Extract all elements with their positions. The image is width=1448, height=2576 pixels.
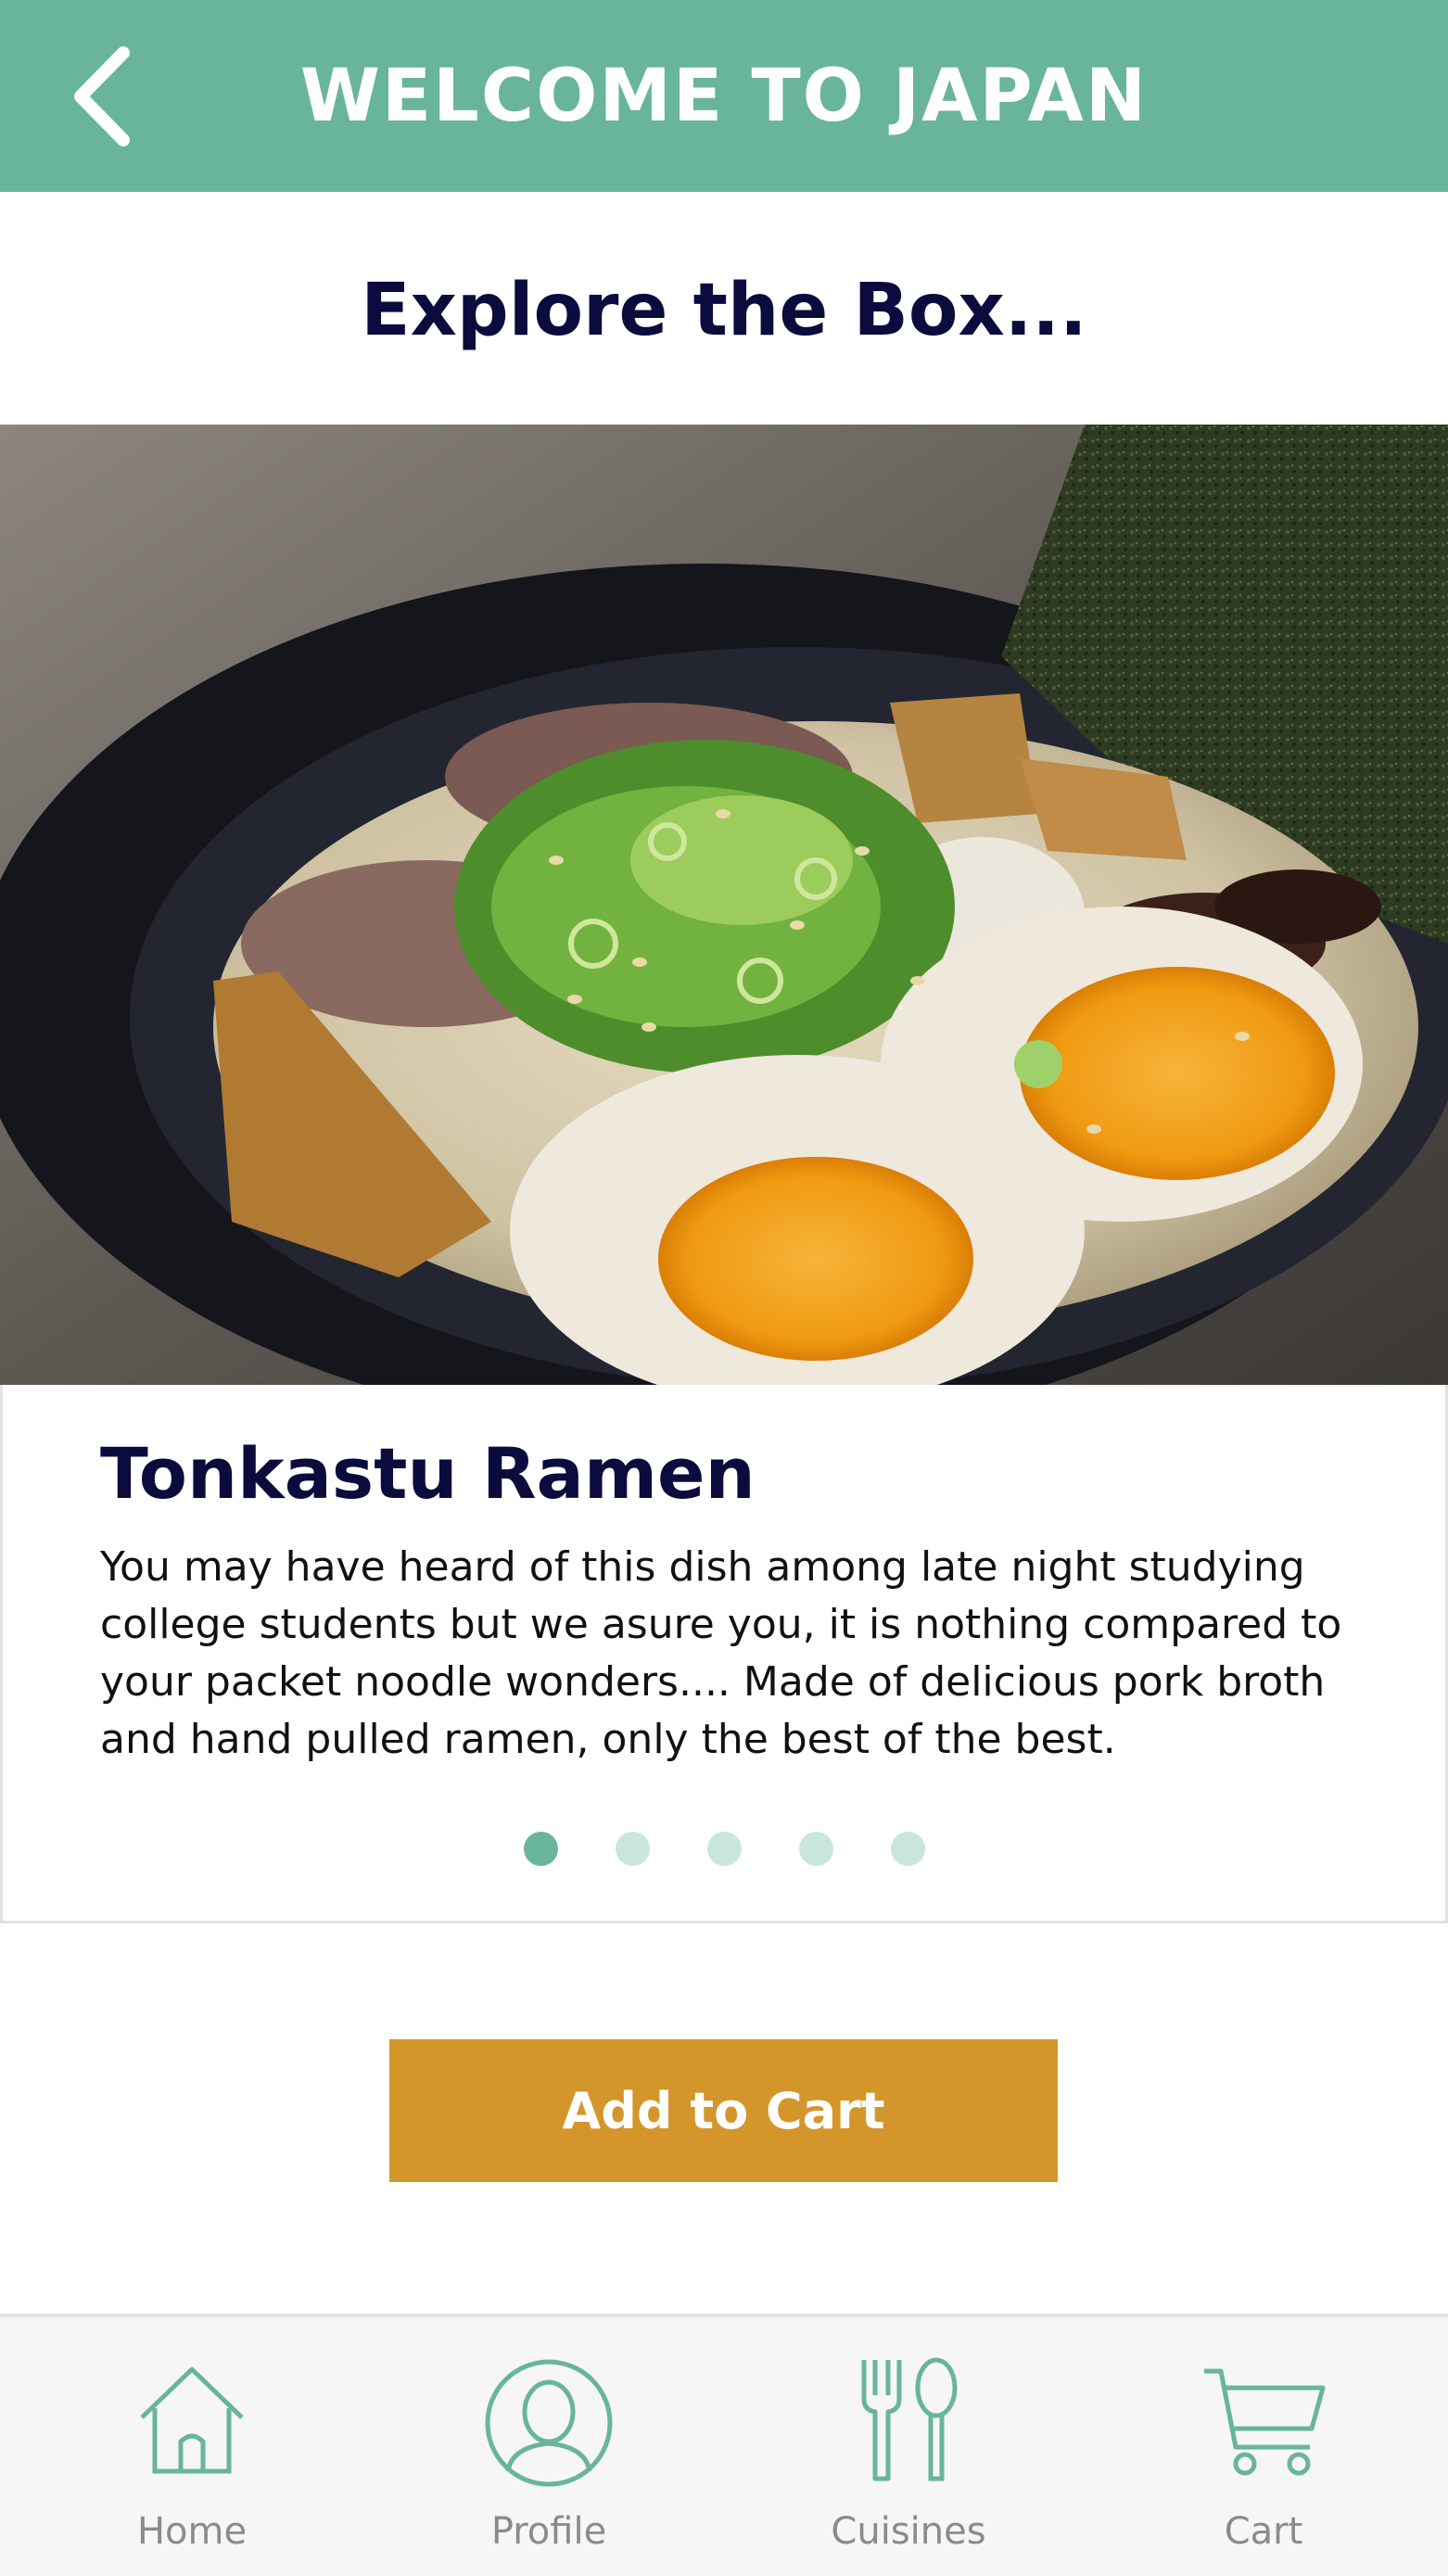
profile-icon: [485, 2359, 613, 2487]
app-header: WELCOME TO JAPAN: [0, 0, 1448, 192]
section-heading: Explore the Box...: [361, 269, 1087, 352]
add-to-cart-button[interactable]: Add to Cart: [389, 2039, 1058, 2182]
back-button[interactable]: [57, 44, 146, 148]
tab-profile-label: Profile: [490, 2510, 607, 2553]
dish-image[interactable]: [0, 425, 1448, 1385]
home-icon: [140, 2367, 244, 2474]
tab-cart-label: Cart: [1224, 2510, 1303, 2553]
fork-spoon-icon: [861, 2357, 958, 2481]
tab-cuisines-label: Cuisines: [831, 2510, 986, 2553]
carousel-dot-5[interactable]: [890, 1832, 925, 1866]
tab-home[interactable]: Home: [53, 2336, 331, 2568]
bottom-tab-bar: Home Profile Cuisines Cart: [0, 2314, 1448, 2576]
cart-icon: [1204, 2368, 1326, 2476]
tab-profile[interactable]: Profile: [410, 2336, 688, 2568]
header-title: WELCOME TO JAPAN: [299, 54, 1149, 138]
carousel-dot-1[interactable]: [523, 1832, 558, 1866]
carousel-dot-3[interactable]: [706, 1832, 742, 1866]
chevron-left-icon: [74, 46, 130, 146]
carousel-pagination: [0, 1832, 1448, 1869]
tab-cuisines[interactable]: Cuisines: [769, 2336, 1048, 2568]
carousel-dot-4[interactable]: [798, 1832, 833, 1866]
tab-home-label: Home: [136, 2510, 248, 2553]
dish-description: You may have heard of this dish among la…: [100, 1543, 1342, 1763]
tab-cart[interactable]: Cart: [1124, 2336, 1403, 2568]
dish-title: Tonkastu Ramen: [100, 1432, 756, 1515]
carousel-dot-2[interactable]: [615, 1832, 650, 1866]
